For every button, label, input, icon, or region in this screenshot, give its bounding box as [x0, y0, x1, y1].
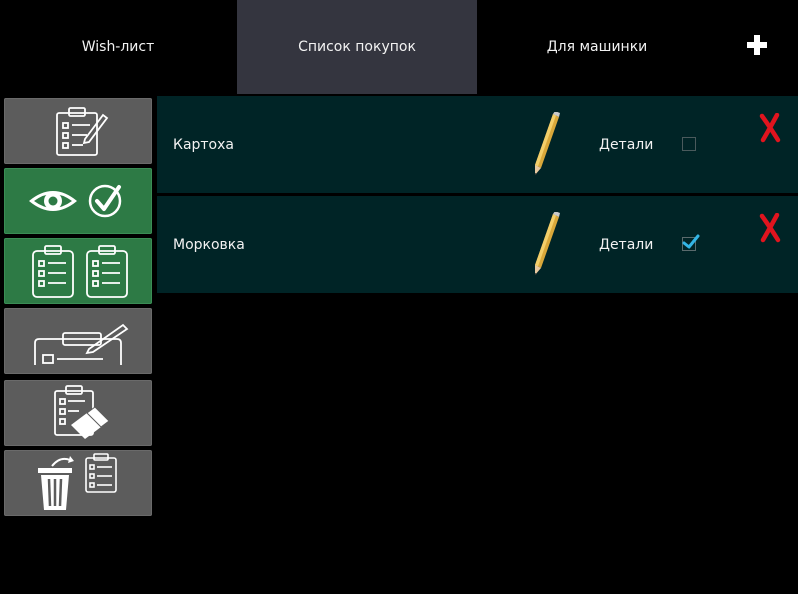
- checkmark-icon: [682, 234, 700, 249]
- clipboard-eraser-icon: [54, 385, 110, 439]
- plus-icon[interactable]: [737, 25, 777, 65]
- details-label: Детали: [599, 236, 654, 253]
- details-label: Детали: [599, 136, 654, 153]
- tab-wish-list[interactable]: Wish-лист: [0, 0, 236, 94]
- trash-clipboard-icon: [38, 453, 117, 510]
- tab-shopping-list[interactable]: Список покупок: [237, 0, 477, 94]
- item-name: Картоха: [173, 136, 234, 153]
- eye-check-icon: [29, 184, 122, 218]
- delete-list-button[interactable]: [4, 450, 152, 516]
- pencil-icon[interactable]: [529, 212, 563, 276]
- item-name: Морковка: [173, 236, 245, 253]
- view-checked-button[interactable]: [4, 168, 152, 234]
- delete-x-icon[interactable]: [759, 113, 781, 143]
- card-pencil-icon: [34, 323, 129, 365]
- clipboard-pencil-icon: [56, 107, 109, 156]
- pencil-icon[interactable]: [529, 112, 563, 176]
- delete-x-icon[interactable]: [759, 213, 781, 243]
- two-clipboards-icon: [32, 245, 128, 298]
- list-item[interactable]: Морковка Детали: [157, 196, 798, 293]
- list-item[interactable]: Картоха Детали: [157, 96, 798, 193]
- edit-list-button[interactable]: [4, 98, 152, 164]
- details-checkbox[interactable]: [682, 137, 696, 151]
- clear-list-button[interactable]: [4, 380, 152, 446]
- edit-field-button[interactable]: [4, 308, 152, 374]
- details-checkbox[interactable]: [682, 234, 700, 251]
- tab-car[interactable]: Для машинки: [477, 0, 717, 94]
- tab-bar: Wish-лист Список покупок Для машинки: [0, 0, 798, 94]
- copy-list-button[interactable]: [4, 238, 152, 304]
